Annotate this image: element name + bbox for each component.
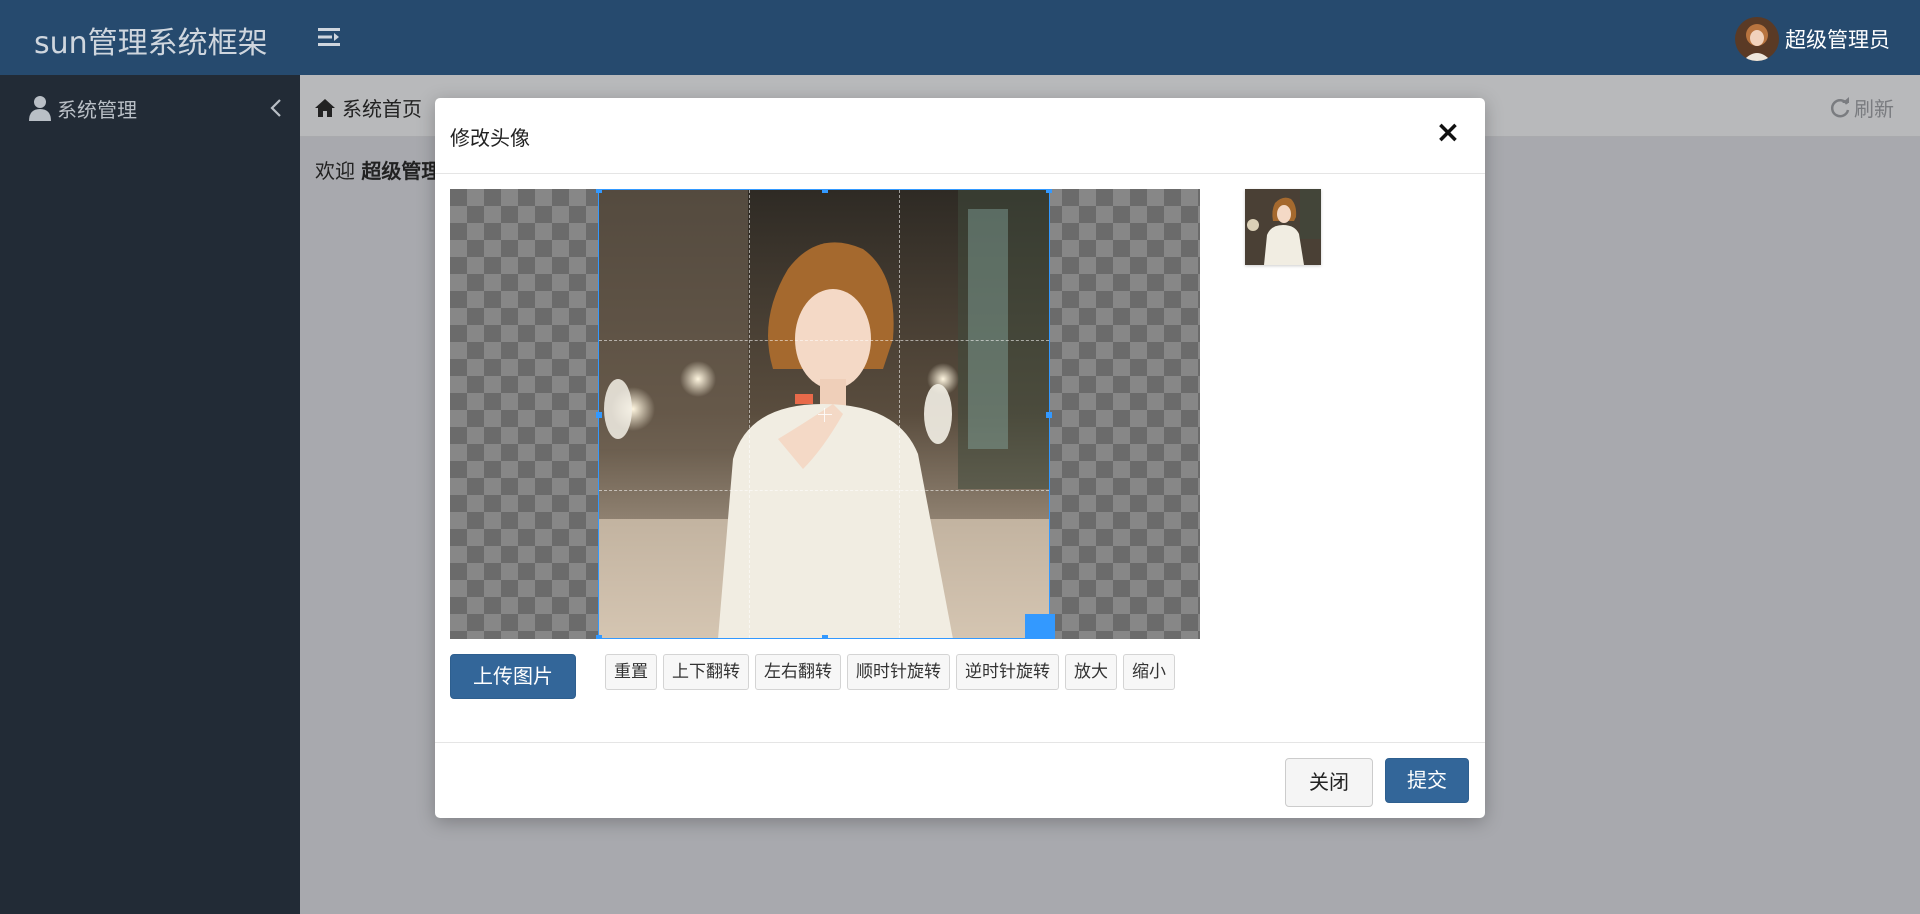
- flip-vertical-button[interactable]: 上下翻转: [663, 654, 749, 690]
- crop-box[interactable]: [596, 189, 1055, 639]
- user-icon: [29, 96, 51, 121]
- rotate-counterclockwise-button[interactable]: 逆时针旋转: [956, 654, 1059, 690]
- zoom-out-button[interactable]: 缩小: [1123, 654, 1175, 690]
- refresh-label: 刷新: [1854, 97, 1894, 121]
- crop-handle-w[interactable]: [596, 412, 602, 418]
- crop-handle-ne[interactable]: [1046, 189, 1052, 193]
- chevron-left-icon[interactable]: [268, 98, 284, 118]
- sidebar-item-label: 系统管理: [57, 97, 137, 122]
- reset-button[interactable]: 重置: [605, 654, 657, 690]
- submit-button[interactable]: 提交: [1385, 758, 1469, 803]
- avatar: [1735, 17, 1779, 61]
- crop-center-mark: [818, 408, 832, 422]
- crop-handle-nw[interactable]: [596, 189, 602, 193]
- refresh-button[interactable]: 刷新: [1828, 93, 1894, 122]
- sidebar: 系统管理: [0, 75, 300, 914]
- brand-title: sun管理系统框架: [34, 26, 268, 61]
- crop-handle-sw[interactable]: [596, 635, 602, 639]
- tab-home-label: 系统首页: [342, 97, 422, 121]
- menu-toggle-icon[interactable]: [316, 24, 344, 50]
- crop-guide-line: [899, 190, 900, 638]
- crop-handle-n[interactable]: [822, 189, 828, 193]
- tab-home[interactable]: 系统首页: [314, 93, 422, 122]
- welcome-prefix: 欢迎: [315, 159, 362, 183]
- home-icon: [315, 98, 335, 117]
- rotate-clockwise-button[interactable]: 顺时针旋转: [847, 654, 950, 690]
- flip-horizontal-button[interactable]: 左右翻转: [755, 654, 841, 690]
- avatar-preview: [1245, 189, 1321, 265]
- refresh-icon: [1830, 96, 1850, 117]
- crop-handle-s[interactable]: [822, 635, 828, 639]
- user-menu[interactable]: 超级管理员: [1735, 17, 1890, 61]
- modal-footer: 关闭 提交: [435, 742, 1485, 818]
- modal-title: 修改头像: [450, 126, 530, 150]
- crop-guide-line: [599, 340, 1049, 341]
- modal-header: 修改头像 ×: [435, 98, 1485, 174]
- crop-handle-se[interactable]: [1025, 614, 1055, 639]
- upload-image-button[interactable]: 上传图片: [450, 654, 576, 699]
- zoom-in-button[interactable]: 放大: [1065, 654, 1117, 690]
- crop-handle-e[interactable]: [1046, 412, 1052, 418]
- user-name: 超级管理员: [1785, 28, 1890, 52]
- image-cropper[interactable]: [450, 189, 1200, 639]
- change-avatar-modal: 修改头像 × 上传图片 重置 上下翻转 左右翻转 顺时针旋转 逆时针旋转 放大 …: [435, 98, 1485, 818]
- welcome-user: 超级管理: [361, 159, 442, 183]
- top-navbar: sun管理系统框架 超级管理员: [0, 0, 1920, 75]
- sidebar-item-system-management[interactable]: 系统管理: [28, 93, 284, 123]
- crop-toolbar: 重置 上下翻转 左右翻转 顺时针旋转 逆时针旋转 放大 缩小: [605, 654, 1181, 690]
- close-icon[interactable]: ×: [1433, 118, 1463, 148]
- crop-guide-line: [599, 490, 1049, 491]
- crop-guide-line: [749, 190, 750, 638]
- cancel-button[interactable]: 关闭: [1285, 758, 1373, 807]
- welcome-text: 欢迎 超级管理: [315, 155, 441, 184]
